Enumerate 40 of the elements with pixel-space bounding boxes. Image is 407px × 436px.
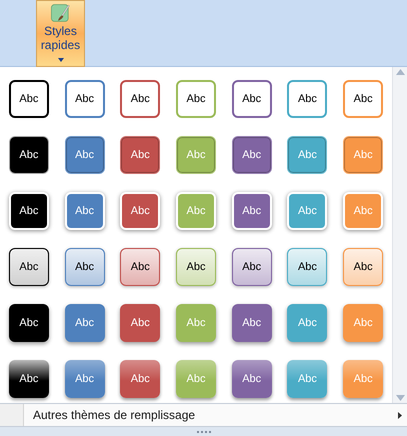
style-swatch[interactable]: Abc: [120, 136, 160, 174]
scroll-down-icon[interactable]: [396, 395, 404, 401]
style-swatch[interactable]: Abc: [8, 80, 49, 118]
style-swatch[interactable]: Abc: [287, 136, 328, 174]
style-swatch[interactable]: Abc: [232, 136, 272, 174]
style-swatch[interactable]: Abc: [232, 80, 272, 118]
submenu-arrow-icon: [398, 412, 402, 418]
style-swatch[interactable]: Abc: [232, 248, 272, 286]
style-swatch[interactable]: Abc: [287, 360, 328, 398]
scrollbar[interactable]: [392, 67, 407, 403]
style-swatch[interactable]: Abc: [120, 80, 160, 118]
style-swatch[interactable]: Abc: [64, 80, 105, 118]
style-swatch[interactable]: Abc: [120, 248, 160, 286]
quick-styles-button[interactable]: Styles rapides: [36, 0, 85, 67]
style-swatch[interactable]: Abc: [8, 136, 49, 174]
style-swatch[interactable]: Abc: [176, 248, 216, 286]
style-swatch[interactable]: Abc: [343, 248, 384, 286]
style-swatch[interactable]: Abc: [64, 136, 105, 174]
style-swatch[interactable]: Abc: [8, 248, 49, 286]
style-swatch[interactable]: Abc: [64, 248, 105, 286]
style-swatch[interactable]: Abc: [8, 192, 49, 230]
style-swatch[interactable]: Abc: [232, 360, 272, 398]
style-swatch[interactable]: Abc: [64, 360, 105, 398]
style-swatch[interactable]: Abc: [176, 80, 216, 118]
style-swatch[interactable]: Abc: [287, 192, 328, 230]
style-swatch[interactable]: Abc: [287, 304, 328, 342]
style-swatch[interactable]: Abc: [343, 80, 384, 118]
dropdown-caret-icon: [58, 58, 64, 62]
style-swatch[interactable]: Abc: [287, 80, 328, 118]
style-swatch[interactable]: Abc: [287, 248, 328, 286]
style-swatch[interactable]: Abc: [64, 304, 105, 342]
style-swatch[interactable]: Abc: [8, 304, 49, 342]
scroll-up-icon[interactable]: [396, 69, 404, 75]
style-swatch[interactable]: Abc: [232, 192, 272, 230]
style-swatch[interactable]: Abc: [120, 304, 160, 342]
style-swatch[interactable]: Abc: [64, 192, 105, 230]
style-swatch[interactable]: Abc: [120, 360, 160, 398]
style-swatch[interactable]: Abc: [120, 192, 160, 230]
style-swatch[interactable]: Abc: [232, 304, 272, 342]
style-swatch[interactable]: Abc: [8, 360, 49, 398]
